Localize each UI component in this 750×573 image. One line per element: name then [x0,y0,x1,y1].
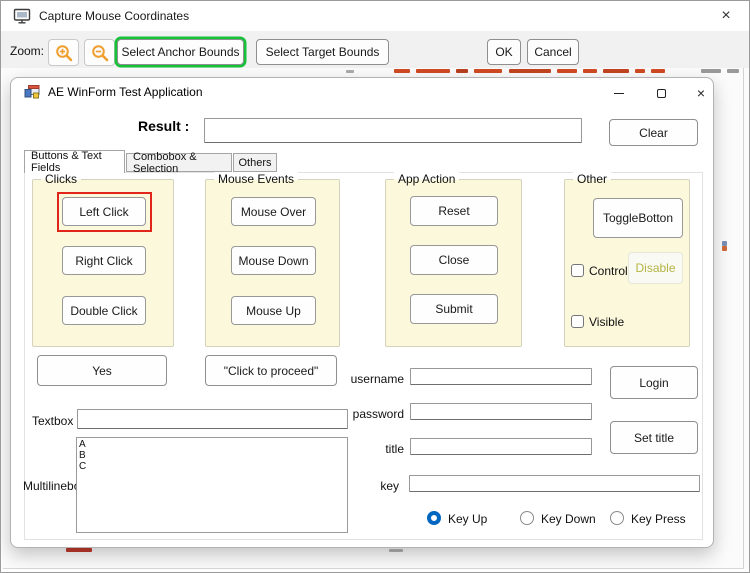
click-to-proceed-button[interactable]: "Click to proceed" [205,355,337,386]
control-checkbox-label: Control [589,264,628,278]
multilinebox-input[interactable]: A B C [76,437,348,533]
mouse-over-button[interactable]: Mouse Over [231,197,316,226]
background-artifact [557,69,577,73]
textbox-input[interactable] [77,409,348,429]
reset-button[interactable]: Reset [410,196,498,226]
password-label: password [349,407,404,421]
app-close-button[interactable]: × [688,82,714,104]
yes-button[interactable]: Yes [37,355,167,386]
minimize-button[interactable] [606,82,632,104]
background-artifact [583,69,597,73]
zoom-in-button[interactable] [48,39,79,66]
zoom-out-button[interactable] [84,39,115,66]
set-title-button[interactable]: Set title [610,421,698,454]
toggle-button[interactable]: ToggleBotton [593,198,683,238]
key-down-radio[interactable] [520,511,534,525]
maximize-icon [657,89,666,98]
group-mouse-events-title: Mouse Events [214,172,298,186]
disable-button: Disable [628,252,683,284]
background-window-edge-bottom [3,568,744,569]
winform-app-icon [24,84,40,100]
group-mouse-events: Mouse Events Mouse Over Mouse Down Mouse… [205,179,340,347]
background-window-edge [743,68,744,568]
background-artifact [651,69,665,73]
maximize-button[interactable] [648,82,674,104]
ok-button[interactable]: OK [487,39,521,65]
key-input[interactable] [409,475,700,492]
login-button[interactable]: Login [610,366,698,399]
app-window: AE WinForm Test Application × Result : C… [10,77,714,548]
minimize-icon [614,93,624,94]
background-artifact [727,69,739,73]
username-label: username [349,372,404,386]
title-label: title [349,442,404,456]
select-anchor-bounds-button[interactable]: Select Anchor Bounds [117,39,244,65]
tab-buttons-text-fields[interactable]: Buttons & Text Fields [24,150,125,173]
group-app-action-title: App Action [394,172,459,186]
tab-combobox-selection[interactable]: Combobox & Selection [126,153,232,172]
username-input[interactable] [410,368,592,385]
result-input[interactable] [204,118,582,143]
zoom-out-icon [90,43,110,63]
background-artifact [603,69,629,73]
background-artifact [66,548,92,552]
group-app-action: App Action Reset Close Submit [385,179,522,347]
zoom-in-icon [54,43,74,63]
double-click-button[interactable]: Double Click [62,296,146,325]
background-artifact [635,69,645,73]
clear-button[interactable]: Clear [609,119,698,146]
background-artifact [509,69,551,73]
right-click-button[interactable]: Right Click [62,246,146,275]
background-artifact [722,246,727,251]
group-other: Other ToggleBotton Control Disable Visib… [564,179,690,347]
zoom-label: Zoom: [10,44,44,58]
key-label: key [344,479,399,493]
background-artifact [346,70,354,73]
capture-mouse-coordinates-window: Capture Mouse Coordinates × Zoom: Select… [0,0,750,573]
textbox-label: Textbox [32,414,73,428]
visible-checkbox[interactable] [571,315,584,328]
tab-others[interactable]: Others [233,153,277,172]
key-up-label: Key Up [448,512,487,526]
close-icon[interactable]: × [713,5,739,27]
mouse-up-button[interactable]: Mouse Up [231,296,316,325]
mouse-down-button[interactable]: Mouse Down [231,246,316,275]
select-target-bounds-button[interactable]: Select Target Bounds [256,39,389,65]
background-artifact [474,69,502,73]
title-input[interactable] [410,438,592,455]
group-clicks: Clicks Left Click Right Click Double Cli… [32,179,174,347]
password-input[interactable] [410,403,592,420]
key-press-label: Key Press [631,512,686,526]
window-title: Capture Mouse Coordinates [39,9,189,23]
close-button[interactable]: Close [410,245,498,275]
toolbar: Zoom: Select Anchor Bounds Select Target… [1,31,749,68]
background-artifact [701,69,721,73]
group-clicks-title: Clicks [41,172,81,186]
key-up-radio[interactable] [427,511,441,525]
cancel-button[interactable]: Cancel [527,39,579,65]
control-checkbox[interactable] [571,264,584,277]
outer-titlebar: Capture Mouse Coordinates × [1,1,749,31]
background-artifact [416,69,450,73]
background-artifact [394,69,410,73]
submit-button[interactable]: Submit [410,294,498,324]
visible-checkbox-label: Visible [589,315,624,329]
key-press-radio[interactable] [610,511,624,525]
background-artifact [389,549,403,552]
background-artifact [456,69,468,73]
app-window-title: AE WinForm Test Application [48,85,203,99]
result-label: Result : [138,118,189,134]
monitor-icon [13,7,31,25]
group-other-title: Other [573,172,611,186]
key-down-label: Key Down [541,512,596,526]
red-highlight-annotation [57,192,152,232]
